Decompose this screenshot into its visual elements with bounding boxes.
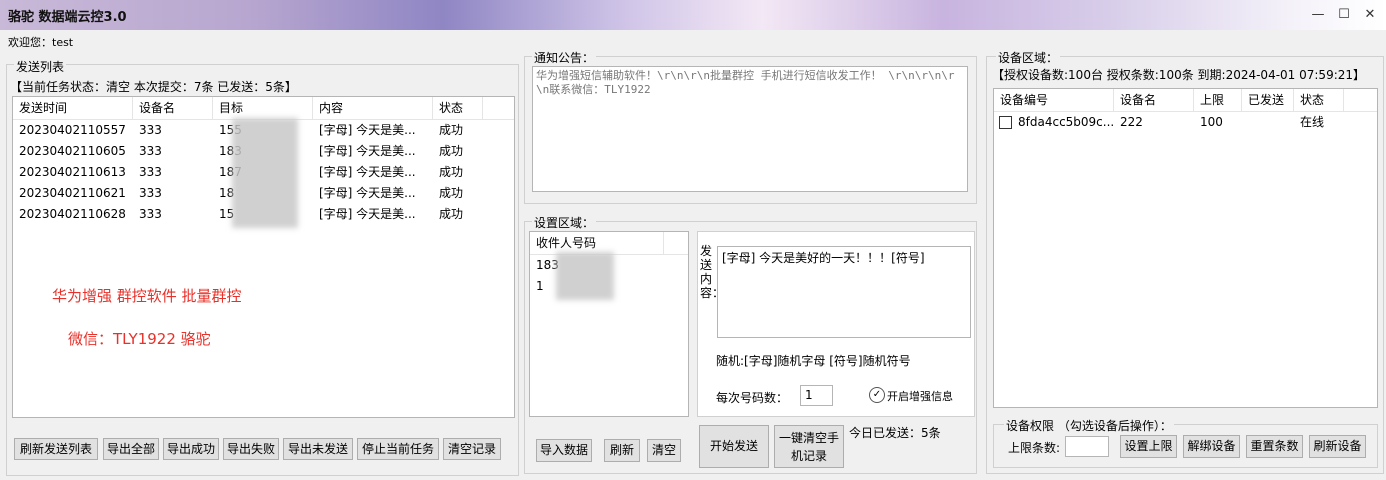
- export-failed-button[interactable]: 导出失败: [223, 438, 279, 460]
- status-cell: 成功: [439, 123, 464, 137]
- content-label: 发送内容：: [700, 244, 725, 300]
- device-sent: [1242, 112, 1294, 133]
- unbind-device-button[interactable]: 解绑设备: [1183, 435, 1240, 458]
- refresh-send-list-button[interactable]: 刷新发送列表: [14, 438, 98, 460]
- col-device-name[interactable]: 设备名: [1114, 89, 1194, 111]
- start-send-button[interactable]: 开始发送: [699, 425, 769, 468]
- import-data-button[interactable]: 导入数据: [536, 439, 592, 462]
- clear-button[interactable]: 清空: [647, 439, 681, 462]
- content-input[interactable]: [字母] 今天是美好的一天！！！[符号]: [717, 246, 971, 338]
- device-name-cell: 333: [139, 186, 162, 200]
- maximize-icon[interactable]: ☐: [1330, 4, 1358, 26]
- device-limit: 100: [1200, 115, 1223, 129]
- limit-label: 上限条数:: [1008, 441, 1061, 455]
- col-content[interactable]: 内容: [313, 97, 433, 119]
- send-time-cell: 20230402110557: [19, 123, 126, 137]
- device-id: 8fda4cc5b09c...: [1018, 115, 1114, 129]
- notice-textbox[interactable]: 华为增强短信辅助软件！\r\n\r\n批量群控 手机进行短信收发工作！ \r\n…: [532, 66, 968, 192]
- per-count-input[interactable]: 1: [800, 385, 833, 406]
- table-row[interactable]: 8fda4cc5b09c... 222 100 在线: [994, 112, 1377, 133]
- send-time-cell: 20230402110605: [19, 144, 126, 158]
- export-unsent-button[interactable]: 导出未发送: [283, 438, 353, 460]
- col-status[interactable]: 状态: [433, 97, 483, 119]
- stop-task-button[interactable]: 停止当前任务: [357, 438, 439, 460]
- limit-input[interactable]: [1065, 436, 1109, 457]
- promo-text-1: 华为增强 群控软件 批量群控: [52, 287, 242, 305]
- minimize-icon[interactable]: —: [1304, 4, 1332, 26]
- col-device-name[interactable]: 设备名: [133, 97, 213, 119]
- device-name-cell: 333: [139, 207, 162, 221]
- col-sent[interactable]: 已发送: [1242, 89, 1294, 111]
- status-cell: 成功: [439, 207, 464, 221]
- status-cell: 成功: [439, 144, 464, 158]
- random-hint: 随机:[字母]随机字母 [符号]随机符号: [716, 354, 911, 368]
- col-target[interactable]: 目标: [213, 97, 313, 119]
- status-cell: 成功: [439, 186, 464, 200]
- today-sent-text: 今日已发送：5条: [849, 426, 941, 440]
- refresh-device-button[interactable]: 刷新设备: [1309, 435, 1366, 458]
- clear-records-button[interactable]: 清空记录: [443, 438, 501, 460]
- status-cell: 成功: [439, 165, 464, 179]
- content-cell: [字母] 今天是美...: [319, 165, 416, 179]
- table-header: 设备编号 设备名 上限 已发送 状态: [994, 89, 1377, 112]
- send-list-buttons: 刷新发送列表 导出全部 导出成功 导出失败 导出未发送 停止当前任务 清空记录: [10, 426, 515, 468]
- send-list-title: 发送列表: [14, 58, 67, 75]
- task-status-line: 【当前任务状态：清空 本次提交：7条 已发送：5条】: [10, 80, 297, 94]
- settings-title: 设置区域：: [532, 214, 597, 231]
- content-cell: [字母] 今天是美...: [319, 144, 416, 158]
- col-status[interactable]: 状态: [1294, 89, 1344, 111]
- per-count-label: 每次号码数：: [716, 391, 789, 405]
- privacy-blur: [232, 118, 298, 228]
- set-limit-button[interactable]: 设置上限: [1120, 435, 1177, 458]
- send-time-cell: 20230402110628: [19, 207, 126, 221]
- device-title: 设备区域：: [996, 49, 1061, 66]
- device-id-cell: 8fda4cc5b09c...: [994, 112, 1114, 133]
- device-name: 222: [1120, 115, 1143, 129]
- col-device-id[interactable]: 设备编号: [994, 89, 1114, 111]
- reset-count-button[interactable]: 重置条数: [1246, 435, 1303, 458]
- export-all-button[interactable]: 导出全部: [103, 438, 159, 460]
- title-bar[interactable]: 骆驼 数据端云控3.0 — ☐ ✕: [0, 0, 1386, 30]
- refresh-button[interactable]: 刷新: [604, 439, 640, 462]
- enhance-label[interactable]: 开启增强信息: [887, 388, 953, 404]
- device-checkbox[interactable]: [999, 116, 1012, 129]
- device-name-cell: 333: [139, 165, 162, 179]
- device-name-cell: 333: [139, 144, 162, 158]
- content-cell: [字母] 今天是美...: [319, 123, 416, 137]
- notice-title: 通知公告：: [532, 49, 597, 66]
- col-limit[interactable]: 上限: [1194, 89, 1242, 111]
- col-recipient[interactable]: 收件人号码: [530, 232, 664, 254]
- export-success-button[interactable]: 导出成功: [163, 438, 219, 460]
- content-cell: [字母] 今天是美...: [319, 186, 416, 200]
- permission-title: 设备权限 （勾选设备后操作）：: [1004, 417, 1174, 434]
- clear-phone-records-button[interactable]: 一键清空手机记录: [774, 425, 844, 468]
- checkmark-circle-icon[interactable]: ✓: [869, 387, 885, 403]
- recipient-number: 1: [536, 279, 544, 293]
- send-time-cell: 20230402110613: [19, 165, 126, 179]
- device-table[interactable]: 设备编号 设备名 上限 已发送 状态 8fda4cc5b09c... 222 1…: [993, 88, 1378, 408]
- send-time-cell: 20230402110621: [19, 186, 126, 200]
- window-title: 骆驼 数据端云控3.0: [8, 10, 127, 25]
- device-status: 在线: [1300, 115, 1325, 129]
- recipient-number: 183: [536, 258, 559, 272]
- device-name-cell: 333: [139, 123, 162, 137]
- close-icon[interactable]: ✕: [1356, 4, 1384, 26]
- content-cell: [字母] 今天是美...: [319, 207, 416, 221]
- welcome-text: 欢迎您：test: [8, 36, 74, 49]
- table-header: 发送时间 设备名 目标 内容 状态: [13, 97, 514, 120]
- auth-line: 【授权设备数:100台 授权条数:100条 到期:2024-04-01 07:5…: [992, 68, 1366, 82]
- privacy-blur: [556, 252, 614, 300]
- col-send-time[interactable]: 发送时间: [13, 97, 133, 119]
- promo-text-2: 微信：TLY1922 骆驼: [68, 330, 211, 348]
